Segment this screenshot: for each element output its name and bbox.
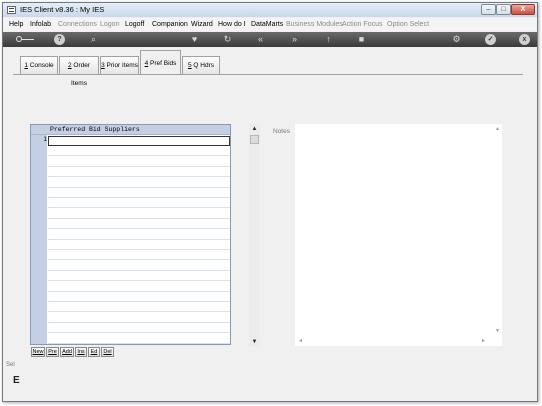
notes-textarea[interactable]: ▲ ▼ ◄ ► <box>295 124 502 346</box>
grid-row[interactable] <box>48 229 230 240</box>
menu-help[interactable]: Help <box>9 21 23 28</box>
help-icon[interactable]: ? <box>54 34 65 45</box>
tab-order-items[interactable]: 2 Order Items <box>59 56 99 87</box>
grid-header: Preferred Bid Suppliers <box>31 125 230 135</box>
grid-row[interactable] <box>48 219 230 230</box>
scroll-up-icon[interactable]: ▲ <box>249 124 260 134</box>
menu-companion[interactable]: Companion <box>152 21 188 28</box>
menu-how-do-i[interactable]: How do I <box>218 21 246 28</box>
forward-icon[interactable]: » <box>289 34 300 45</box>
grid-column-header: Preferred Bid Suppliers <box>50 126 140 133</box>
new-button[interactable]: New <box>31 347 45 357</box>
upload-icon[interactable]: ↑ <box>323 34 334 45</box>
toolbar: ? ⌕ ♥ ↻ « » ↑ ■ ⚙ ✓ x <box>3 32 537 47</box>
menu-wizard[interactable]: Wizard <box>191 21 213 28</box>
grid-row[interactable] <box>48 250 230 261</box>
menu-logon[interactable]: Logon <box>100 21 119 28</box>
notes-label: Notes <box>273 128 290 135</box>
menu-infolab[interactable]: Infolab <box>30 21 51 28</box>
notes-scroll-up-icon[interactable]: ▲ <box>495 126 500 132</box>
grid-row[interactable] <box>48 271 230 282</box>
rewind-icon[interactable]: « <box>255 34 266 45</box>
menu-action-focus[interactable]: Action Focus <box>342 21 382 28</box>
delete-button[interactable]: Del <box>101 347 114 357</box>
menu-connections[interactable]: Connections <box>58 21 97 28</box>
tab-pref-bids-label: Pref Bids <box>148 60 177 67</box>
heart-icon[interactable]: ♥ <box>189 34 200 45</box>
refresh-icon[interactable]: ↻ <box>222 34 233 45</box>
key-icon[interactable] <box>16 34 34 45</box>
tab-pref-bids[interactable]: 4 Pref Bids <box>140 50 181 75</box>
menu-option-select[interactable]: Option Select <box>387 21 429 28</box>
grid-row[interactable] <box>48 312 230 323</box>
settings-icon[interactable]: ⚙ <box>451 34 462 45</box>
menu-logoff[interactable]: Logoff <box>125 21 144 28</box>
tab-strip: 1 Console 2 Order Items 3 Prior Items 4 … <box>13 50 523 87</box>
grid-scrollbar[interactable]: ▲ ▼ <box>249 124 260 347</box>
add-button[interactable]: Add <box>60 347 74 357</box>
close-window-button[interactable]: X <box>511 4 535 15</box>
grid-row[interactable] <box>48 240 230 250</box>
close-icon[interactable]: x <box>519 34 530 45</box>
menu-business-modules[interactable]: Business Modules <box>286 21 343 28</box>
scroll-thumb[interactable] <box>250 135 259 144</box>
tab-q-hdrs[interactable]: 5 Q Hdrs <box>182 56 220 75</box>
previous-button[interactable]: Pre <box>46 347 59 357</box>
notes-scroll-right-icon[interactable]: ► <box>481 338 486 344</box>
edit-button[interactable]: Ed <box>88 347 100 357</box>
row-number-gutter <box>31 125 47 344</box>
notes-scroll-down-icon[interactable]: ▼ <box>495 328 500 334</box>
tab-console-label: Console <box>27 62 54 69</box>
grid-row[interactable] <box>48 167 230 178</box>
grid-row-current[interactable] <box>48 136 230 146</box>
tab-q-hdrs-label: Q Hdrs <box>191 62 215 69</box>
grid-row[interactable] <box>48 156 230 167</box>
side-panel-label: Sel <box>6 362 15 368</box>
app-menu-icon[interactable] <box>7 6 16 14</box>
ok-icon[interactable]: ✓ <box>485 34 496 45</box>
menu-bar: Help Infolab Connections Logon Logoff Co… <box>3 18 537 31</box>
menu-datamarts[interactable]: DataMarts <box>251 21 283 28</box>
preferred-bid-suppliers-grid[interactable]: Preferred Bid Suppliers 1 <box>30 124 231 345</box>
grid-row[interactable] <box>48 188 230 198</box>
grid-row[interactable] <box>48 302 230 313</box>
tab-divider <box>13 74 523 75</box>
tab-console[interactable]: 1 Console <box>20 56 58 75</box>
grid-row[interactable] <box>48 208 230 219</box>
tab-prior-items[interactable]: 3 Prior Items <box>100 56 139 75</box>
maximize-button[interactable]: □ <box>496 4 511 15</box>
tab-prior-items-label: Prior Items <box>104 62 138 69</box>
grid-row[interactable] <box>48 260 230 271</box>
window-title: IES Client v8.36 : My IES <box>20 5 105 14</box>
grid-row[interactable] <box>48 281 230 292</box>
grid-row[interactable] <box>48 333 230 344</box>
grid-row[interactable] <box>48 323 230 334</box>
grid-row[interactable] <box>48 177 230 188</box>
notes-scroll-left-icon[interactable]: ◄ <box>298 338 303 344</box>
grid-row[interactable] <box>48 146 230 157</box>
title-bar[interactable]: IES Client v8.36 : My IES – □ X <box>3 3 537 17</box>
insert-button[interactable]: Ins <box>75 347 87 357</box>
grid-row[interactable] <box>48 198 230 209</box>
grid-row[interactable] <box>48 292 230 302</box>
scroll-down-icon[interactable]: ▼ <box>249 337 260 347</box>
stop-icon[interactable]: ■ <box>356 34 367 45</box>
side-panel-icon: E <box>13 375 20 386</box>
minimize-button[interactable]: – <box>481 4 496 15</box>
row-number: 1 <box>43 136 47 143</box>
search-icon[interactable]: ⌕ <box>88 34 99 45</box>
